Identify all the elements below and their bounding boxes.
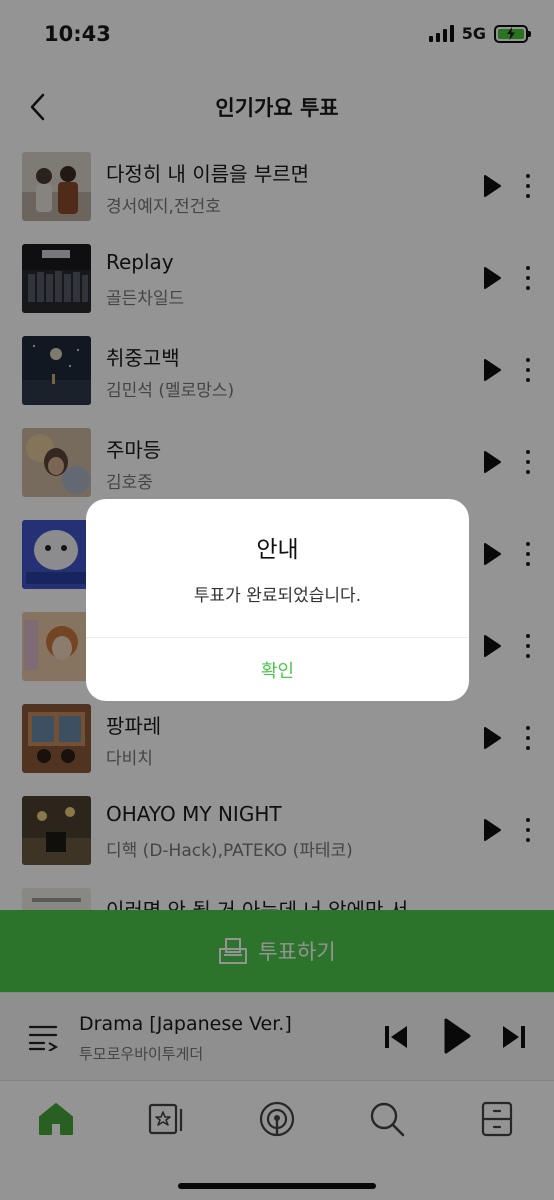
dialog-title: 안내 (256, 537, 299, 563)
confirm-button[interactable]: 확인 (86, 638, 469, 701)
dialog-message: 투표가 완료되었습니다. (193, 586, 362, 606)
alert-dialog: 안내 투표가 완료되었습니다. 확인 (86, 499, 469, 701)
